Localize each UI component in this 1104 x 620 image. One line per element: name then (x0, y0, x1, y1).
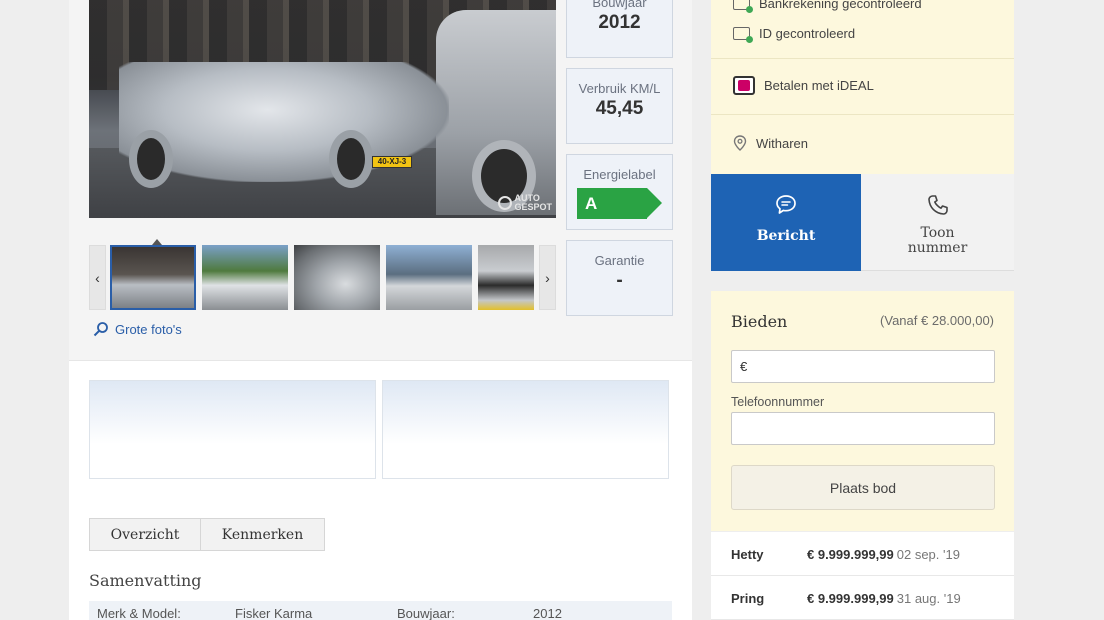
thumbnail-1[interactable] (110, 245, 196, 310)
ad-placeholder-left[interactable] (89, 380, 376, 479)
chat-bubble-icon (776, 195, 796, 214)
divider (711, 114, 1014, 115)
verification-panel: Bankrekening gecontroleerd ID gecontrole… (711, 0, 1014, 174)
listing-content: 40-XJ-3 AUTO GESPOT ‹ › Grote foto's Bouw… (69, 0, 692, 620)
spec-energielabel-label: Energielabel (583, 167, 656, 182)
message-button[interactable]: Bericht (711, 174, 861, 271)
bid-row: Hetty € 9.999.999,99 02 sep. '19 (711, 532, 1014, 576)
show-number-button[interactable]: Toon nummer (861, 174, 1014, 271)
location-pin-icon (733, 135, 747, 151)
thumbnail-strip: ‹ › (89, 239, 556, 310)
place-bid-button[interactable]: Plaats bod (731, 465, 995, 510)
summary-key-make-model: Merk & Model: (97, 606, 181, 620)
thumbnail-3[interactable] (294, 245, 380, 310)
ideal-label: Betalen met iDEAL (764, 77, 874, 93)
divider (711, 58, 1014, 59)
bid-amount: € 9.999.999,99 02 sep. '19 (807, 547, 960, 562)
bid-row: Pring € 9.999.999,99 31 aug. '19 (711, 576, 1014, 620)
phone-icon (927, 195, 948, 215)
id-verified: ID gecontroleerd (711, 24, 1014, 43)
photo-car-wheel-front (129, 130, 173, 188)
spec-bouwjaar-label: Bouwjaar (592, 0, 647, 10)
seller-location: Witharen (711, 134, 1014, 152)
spec-garantie: Garantie - (566, 240, 673, 316)
bid-amount-input[interactable] (731, 350, 995, 383)
spec-verbruik-label: Verbruik KM/L (578, 81, 661, 96)
thumbnail-2[interactable] (202, 245, 288, 310)
large-photos-label: Grote foto's (115, 321, 182, 337)
thumbnail-4[interactable] (386, 245, 472, 310)
message-button-label: Bericht (756, 228, 816, 244)
bank-verified: Bankrekening gecontroleerd (711, 0, 1014, 13)
bid-amount: € 9.999.999,99 31 aug. '19 (807, 591, 961, 606)
bid-list: Hetty € 9.999.999,99 02 sep. '19 Pring € … (711, 532, 1014, 620)
thumbnail-next-button[interactable]: › (539, 245, 556, 310)
spec-verbruik: Verbruik KM/L 45,45 (566, 68, 673, 144)
summary-title: Samenvatting (89, 571, 202, 590)
large-photos-link[interactable]: Grote foto's (93, 321, 182, 337)
bank-card-check-icon (733, 0, 753, 13)
phone-field-label: Telefoonnummer (731, 395, 825, 409)
summary-value-year: 2012 (533, 606, 562, 620)
bidder-name: Pring (731, 591, 765, 606)
watermark-line2: GESPOT (514, 202, 552, 212)
id-card-check-icon (733, 26, 753, 43)
summary-key-year: Bouwjaar: (397, 606, 455, 620)
phone-number-input[interactable] (731, 412, 995, 445)
spec-garantie-value: - (616, 270, 623, 291)
energy-label-badge: A (577, 188, 662, 219)
bid-date: 31 aug. '19 (896, 591, 961, 606)
bid-date: 02 sep. '19 (896, 547, 960, 562)
spec-bouwjaar: Bouwjaar 2012 (566, 0, 673, 58)
tab-kenmerken[interactable]: Kenmerken (200, 519, 324, 550)
bidder-name: Hetty (731, 547, 764, 562)
spec-garantie-label: Garantie (594, 253, 645, 268)
detail-tabs: Overzicht Kenmerken (89, 518, 325, 551)
ideal-payment: Betalen met iDEAL (711, 74, 1014, 96)
summary-row: Merk & Model: Fisker Karma Bouwjaar: 201… (89, 601, 672, 620)
watermark-logo-icon (498, 196, 513, 210)
id-verified-label: ID gecontroleerd (759, 25, 856, 41)
ideal-icon (733, 75, 755, 95)
tab-overzicht[interactable]: Overzicht (90, 519, 200, 550)
ad-placeholder-right[interactable] (382, 380, 669, 479)
photo-watermark: AUTO GESPOT (498, 194, 552, 212)
bid-panel: Bieden (Vanaf € 28.000,00) Telefoonnumme… (711, 291, 1014, 531)
bid-minimum: (Vanaf € 28.000,00) (880, 313, 994, 328)
spec-verbruik-value: 45,45 (595, 98, 644, 119)
spec-energielabel: Energielabel A (566, 154, 673, 230)
seller-sidebar: Bankrekening gecontroleerd ID gecontrole… (711, 0, 1014, 620)
photo-car-wheel-rear (329, 130, 373, 188)
summary-value-make-model: Fisker Karma (235, 606, 313, 620)
thumbnail-5[interactable] (478, 245, 534, 310)
spec-bouwjaar-value: 2012 (598, 12, 641, 33)
magnifier-icon (93, 322, 108, 337)
main-photo[interactable]: 40-XJ-3 AUTO GESPOT (89, 0, 556, 218)
location-label: Witharen (756, 135, 809, 151)
bid-title: Bieden (731, 312, 788, 331)
show-number-label: Toon nummer (907, 225, 968, 256)
bank-verified-label: Bankrekening gecontroleerd (759, 0, 922, 11)
license-plate: 40-XJ-3 (372, 156, 412, 168)
thumbnail-prev-button[interactable]: ‹ (89, 245, 106, 310)
